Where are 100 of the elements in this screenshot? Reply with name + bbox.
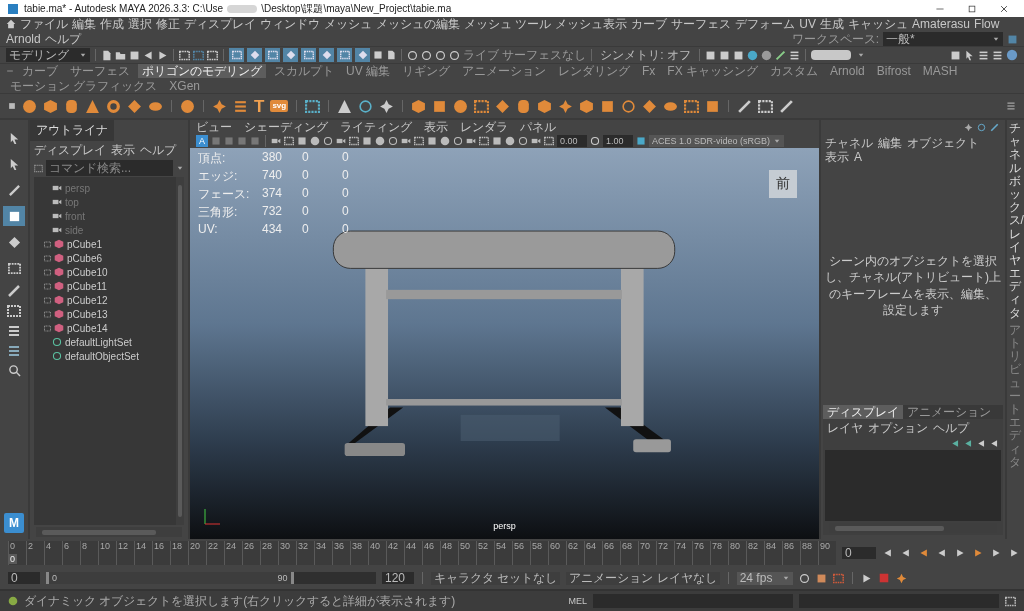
menu-item[interactable]: Arnold [6, 32, 41, 46]
grid-icon[interactable] [474, 98, 490, 114]
square-icon[interactable] [432, 98, 448, 114]
layout-icon[interactable] [1007, 33, 1018, 45]
snap-toggle[interactable] [265, 48, 280, 62]
outliner-item[interactable]: defaultObjectSet [65, 350, 139, 362]
star-icon[interactable] [558, 98, 574, 114]
viewport-tool-icon[interactable] [531, 136, 541, 146]
layout-icon[interactable] [7, 324, 21, 338]
shelf-tab[interactable]: レンダリング [554, 64, 634, 78]
outliner-item[interactable]: pCube14 [67, 322, 108, 334]
menu-item[interactable]: パネル [520, 120, 556, 134]
outliner-item[interactable]: pCube12 [67, 294, 108, 306]
shelf-tab[interactable]: Arnold [826, 64, 869, 78]
menu-item[interactable]: 表示 [825, 150, 849, 164]
menu-item[interactable]: 表示 [111, 143, 135, 157]
select-mode-icon[interactable] [207, 49, 218, 61]
loop-icon[interactable] [798, 572, 810, 584]
cube-icon[interactable] [537, 98, 553, 114]
menu-item[interactable]: カーブ [631, 17, 668, 31]
menu-item[interactable]: 編集 [878, 136, 902, 150]
diamond-icon[interactable] [642, 98, 658, 114]
menu-item[interactable]: レンダラ [460, 120, 508, 134]
snap-toggle[interactable] [229, 48, 244, 62]
playback-button[interactable] [954, 548, 966, 558]
current-frame-marker[interactable]: 0 [8, 554, 17, 564]
torus-icon[interactable] [106, 98, 121, 114]
snap-toggle[interactable] [301, 48, 316, 62]
viewport-tool-icon[interactable] [271, 136, 281, 146]
pencil-icon[interactable] [7, 284, 21, 298]
menu-item[interactable]: メッシュの編集 [376, 17, 460, 31]
menu-item[interactable]: メッシュ [324, 17, 372, 31]
shelf-tab[interactable]: ポリゴンのモデリング [138, 64, 266, 78]
menu-item[interactable]: レイヤ [827, 421, 863, 435]
menu-item[interactable]: ビュー [196, 120, 232, 134]
list-icon[interactable] [978, 49, 989, 61]
shelf-tab[interactable]: カスタム [766, 64, 823, 78]
menu-item[interactable]: ディスプレイ [34, 143, 106, 157]
character-set-dropdown[interactable]: キャラクタ セットなし [431, 571, 561, 585]
menu-item[interactable]: ヘルプ [44, 32, 81, 46]
home-icon[interactable] [6, 19, 16, 29]
shelf-tab[interactable]: モーション グラフィックス [6, 79, 162, 93]
redo-icon[interactable] [157, 49, 168, 61]
color-space-icon[interactable] [636, 136, 646, 146]
exposure-field[interactable]: 0.00 [557, 135, 587, 147]
menu-item[interactable]: Amaterasu [912, 17, 971, 31]
shelf-tab[interactable]: Bifrost [872, 64, 915, 78]
playback-button[interactable] [882, 548, 894, 558]
brush-icon[interactable] [775, 49, 786, 61]
playback-button[interactable] [990, 548, 1002, 558]
snap-toggle[interactable] [355, 48, 370, 62]
menu-item[interactable]: メッシュ ツール [464, 17, 552, 31]
workspace-dropdown[interactable]: 一般* [883, 32, 1003, 46]
outliner-item[interactable]: pCube13 [67, 308, 108, 320]
viewport-tool-icon[interactable] [336, 136, 346, 146]
cube-icon[interactable] [579, 98, 595, 114]
view-cube[interactable]: 前 [769, 170, 797, 198]
document-icon[interactable] [101, 49, 112, 61]
menu-item[interactable]: ディスプレイ [184, 17, 256, 31]
outliner-item[interactable]: pCube10 [67, 266, 108, 278]
viewport-tool-icon[interactable] [544, 136, 554, 146]
menu-item[interactable]: キャッシュ [848, 17, 908, 31]
menu-item[interactable]: Flow [974, 17, 1000, 31]
list-icon[interactable] [992, 49, 1003, 61]
viewport-tool-icon[interactable] [466, 136, 476, 146]
outliner-item[interactable]: pCube1 [67, 238, 103, 250]
shelf-tab[interactable]: Fx [638, 64, 660, 78]
menu-item[interactable]: 生成 [820, 17, 844, 31]
menu-item[interactable]: A [854, 150, 862, 164]
pencil-icon[interactable] [779, 98, 795, 114]
playback-button[interactable] [972, 548, 984, 558]
select-mode-icon[interactable] [179, 49, 190, 61]
cone-icon[interactable] [85, 98, 100, 114]
gamma-field[interactable]: 1.00 [603, 135, 633, 147]
shelf-tab[interactable]: XGen [165, 79, 205, 93]
folder-icon[interactable] [115, 49, 126, 61]
sphere-icon[interactable] [22, 98, 37, 114]
cube-icon[interactable] [411, 98, 427, 114]
document-icon[interactable] [386, 50, 396, 60]
range-bar[interactable]: 0 90 [46, 572, 294, 584]
shelf-tab[interactable]: アニメーション [458, 64, 550, 78]
square-icon[interactable] [705, 98, 721, 114]
shelf-tab[interactable]: MASH [918, 64, 962, 78]
menu-item[interactable]: メッシュ表示 [555, 17, 628, 31]
menu-item[interactable]: ファイル [20, 17, 68, 31]
menu-item[interactable]: 表示 [424, 120, 448, 134]
scrollbar[interactable] [36, 527, 182, 537]
menu-item[interactable]: ヘルプ [140, 143, 176, 157]
animation-layer-dropdown[interactable]: アニメーション レイヤなし [566, 571, 720, 585]
snap-toggle[interactable] [319, 48, 334, 62]
shelf-tab[interactable]: リギング [398, 64, 454, 78]
shelf-tab[interactable]: スカルプト [270, 64, 338, 78]
layout-icon[interactable] [7, 344, 21, 358]
panel-tab[interactable]: ディスプレイ [823, 405, 903, 419]
menu-item[interactable]: UV [799, 17, 816, 31]
sphere-icon[interactable] [453, 98, 469, 114]
app-logo[interactable]: M [4, 513, 24, 533]
outliner-item[interactable]: pCube11 [67, 280, 107, 292]
playback-button[interactable] [936, 548, 948, 558]
playback-button[interactable] [918, 548, 930, 558]
